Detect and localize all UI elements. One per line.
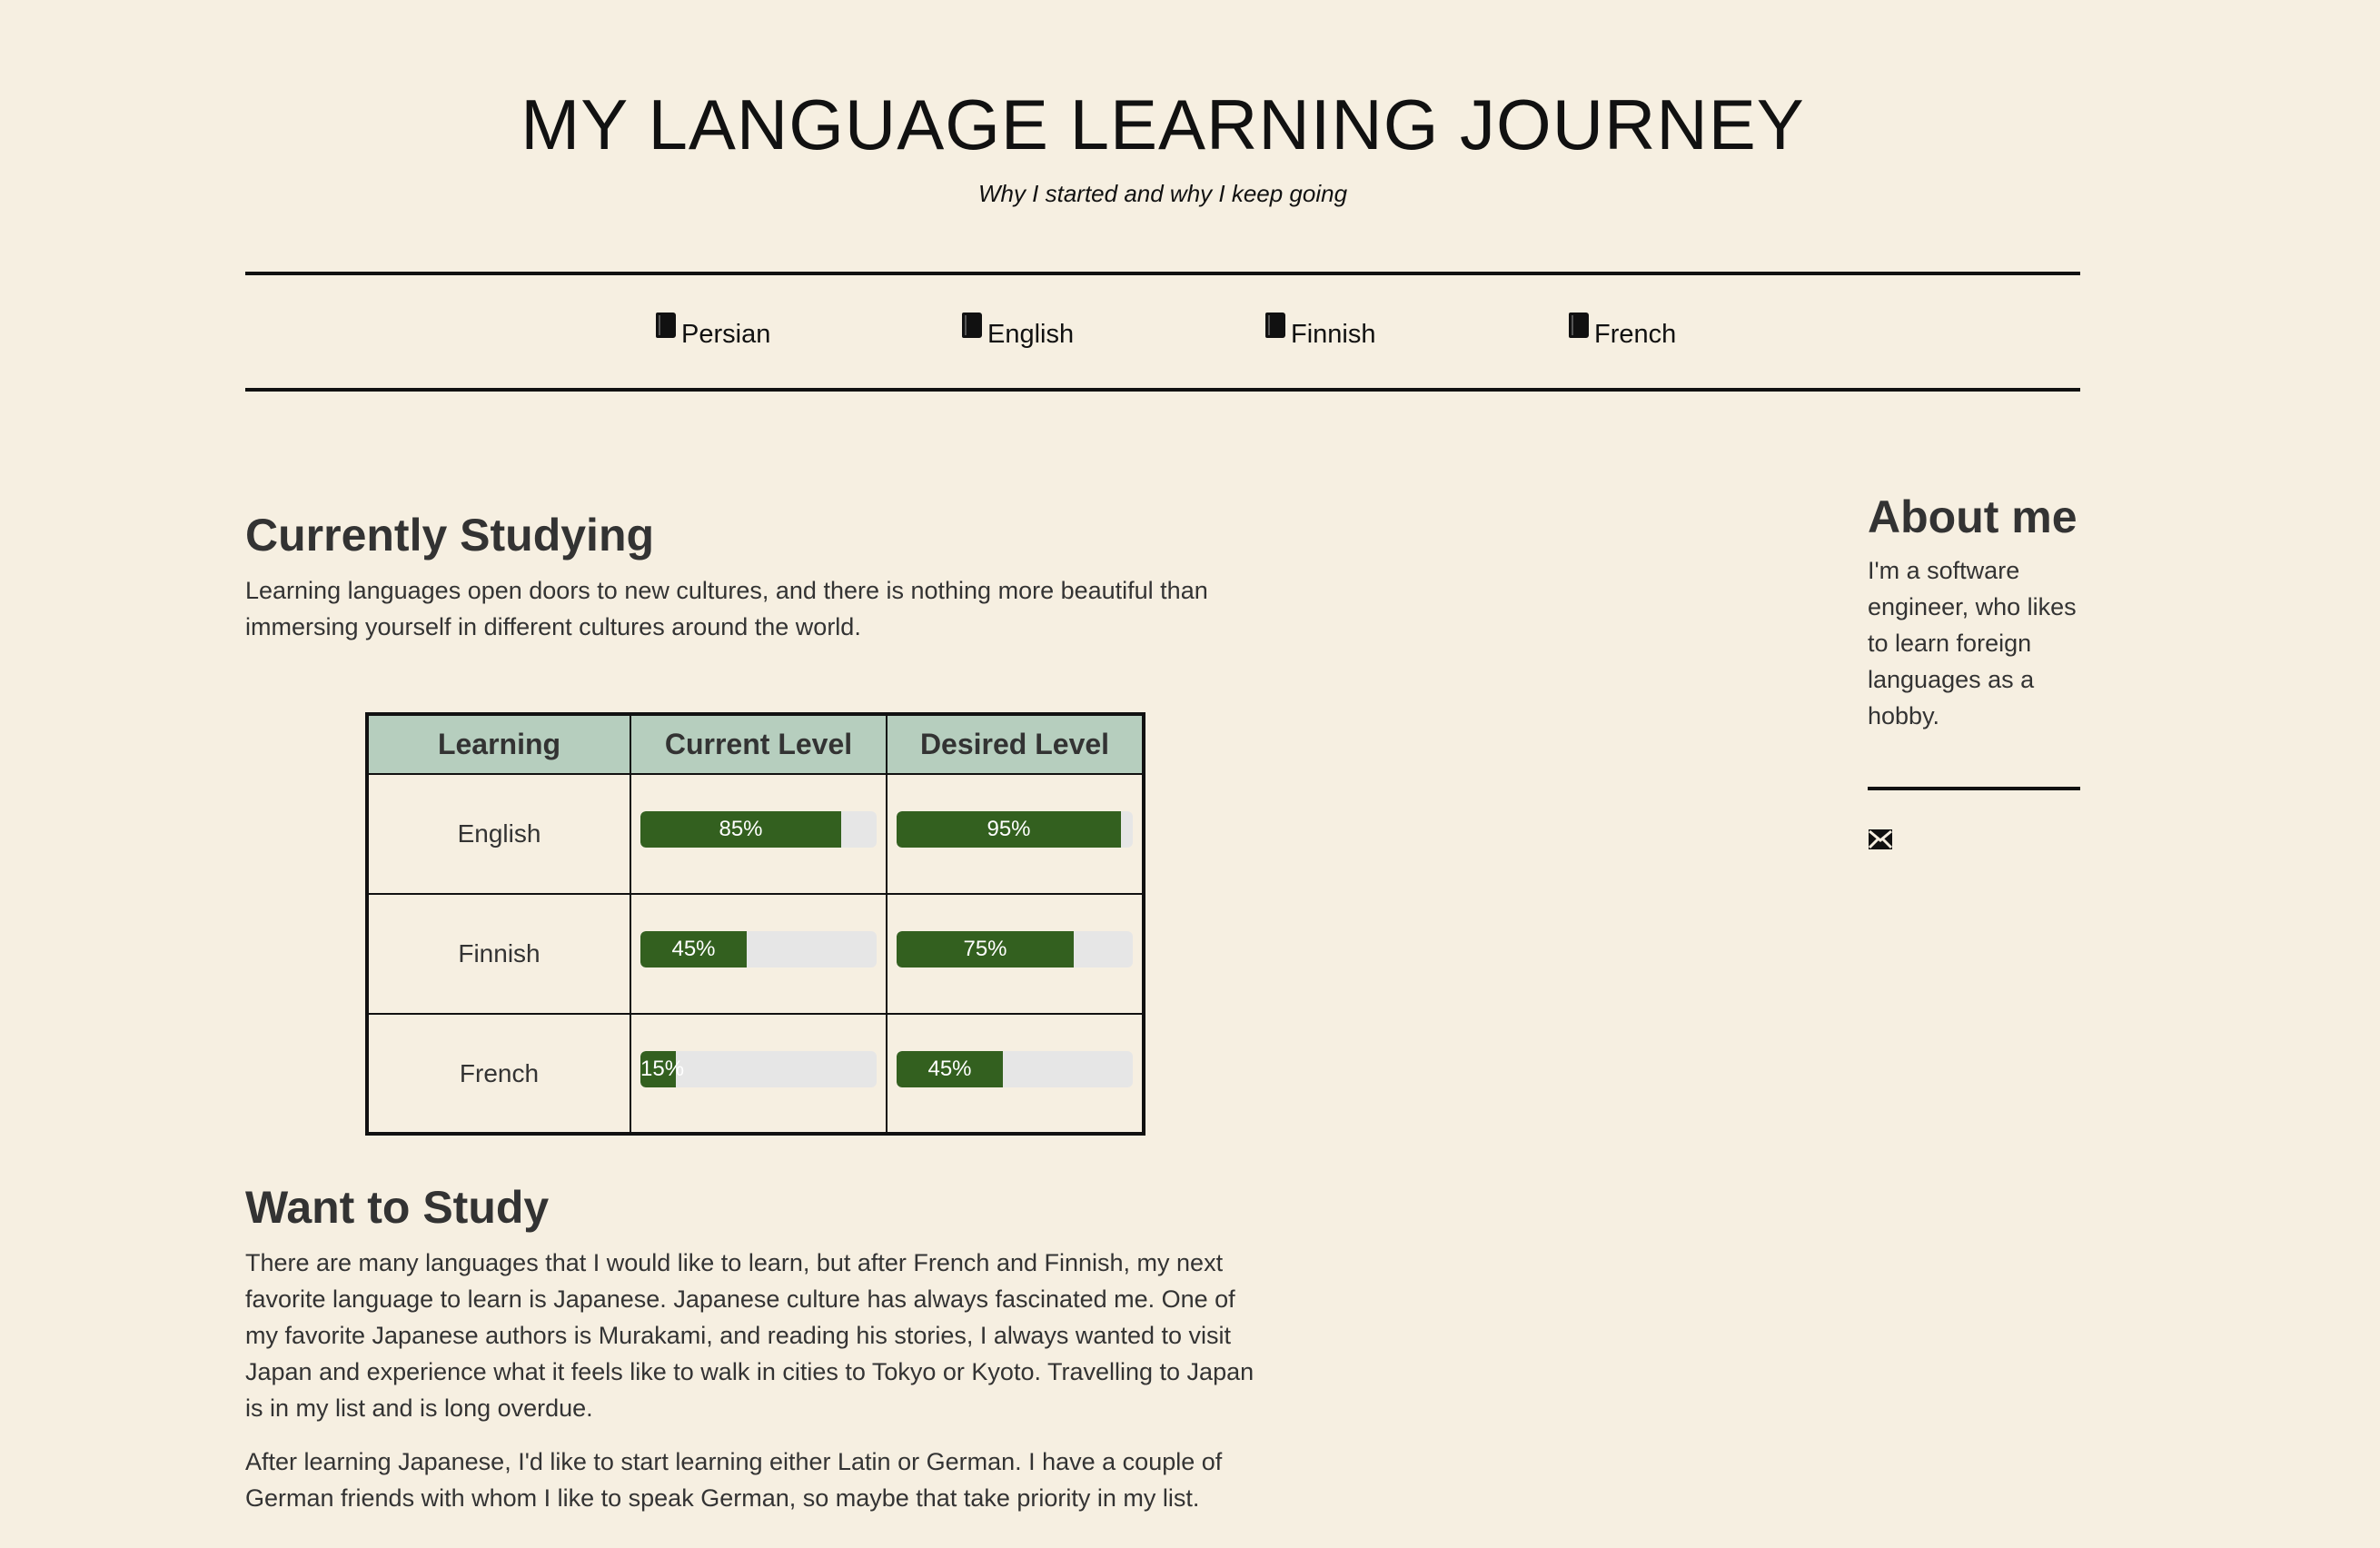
about-sidebar: About me I'm a software engineer, who li… <box>1868 491 2082 855</box>
table-header-row: Learning Current Level Desired Level <box>366 713 1145 775</box>
section-title-want-to-study: Want to Study <box>245 1182 550 1233</box>
current-level-cell: 45% <box>630 893 888 1015</box>
want-to-study-paragraph: After learning Japanese, I'd like to sta… <box>245 1448 1223 1512</box>
book-icon <box>656 313 676 338</box>
nav-item-finnish[interactable]: Finnish <box>1265 313 1376 350</box>
progress-bar-fill: 85% <box>640 811 841 848</box>
language-levels-table: Learning Current Level Desired Level Eng… <box>365 712 1145 1136</box>
progress-bar: 45% <box>640 931 877 968</box>
nav-item-english[interactable]: English <box>962 313 1075 350</box>
language-nav: Persian English Finnish French <box>0 313 2325 358</box>
nav-item-label: Persian <box>681 320 771 349</box>
currently-studying-section: Currently Studying Learning languages op… <box>245 509 1272 645</box>
progress-bar-fill: 95% <box>897 811 1121 848</box>
nav-item-label: French <box>1594 320 1677 349</box>
about-divider <box>1868 787 2080 790</box>
progress-bar-fill: 45% <box>897 1051 1003 1087</box>
progress-bar: 15% <box>640 1051 877 1087</box>
column-header-desired-level: Desired Level <box>886 713 1145 775</box>
book-icon <box>1569 313 1589 338</box>
language-cell: Finnish <box>366 893 631 1015</box>
book-icon <box>962 313 982 338</box>
progress-bar: 95% <box>897 811 1133 848</box>
mail-icon[interactable] <box>1868 829 1893 850</box>
page: MY LANGUAGE LEARNING JOURNEY Why I start… <box>0 0 2380 1548</box>
desired-level-cell: 95% <box>886 773 1145 895</box>
nav-item-persian[interactable]: Persian <box>656 313 771 350</box>
nav-top-divider <box>245 272 2080 275</box>
site-subtitle: Why I started and why I keep going <box>977 180 1348 207</box>
progress-bar-fill: 75% <box>897 931 1074 968</box>
desired-level-cell: 45% <box>886 1013 1145 1135</box>
progress-bar: 85% <box>640 811 877 848</box>
want-to-study-paragraph: There are many languages that I would li… <box>245 1249 1254 1422</box>
about-text: I'm a software engineer, who likes to le… <box>1868 557 2077 729</box>
column-header-learning: Learning <box>366 713 631 775</box>
nav-item-french[interactable]: French <box>1569 313 1677 350</box>
current-level-cell: 15% <box>630 1013 888 1135</box>
progress-bar-fill: 15% <box>640 1051 684 1087</box>
nav-item-label: English <box>987 320 1075 349</box>
book-icon <box>1265 313 1285 338</box>
want-to-study-section: Want to Study There are many languages t… <box>245 1181 1272 1516</box>
nav-item-label: Finnish <box>1291 320 1376 349</box>
language-cell: French <box>366 1013 631 1135</box>
language-cell: English <box>366 773 631 895</box>
table-row: English 85% 95% <box>366 773 1145 895</box>
column-header-current-level: Current Level <box>630 713 888 775</box>
about-title: About me <box>1868 491 2078 542</box>
site-title: MY LANGUAGE LEARNING JOURNEY <box>521 84 1805 164</box>
current-level-cell: 85% <box>630 773 888 895</box>
section-title-currently-studying: Currently Studying <box>245 510 655 561</box>
table-row: Finnish 45% 75% <box>366 893 1145 1015</box>
progress-bar: 75% <box>897 931 1133 968</box>
currently-studying-intro: Learning languages open doors to new cul… <box>245 577 1208 640</box>
nav-bottom-divider <box>245 388 2080 392</box>
desired-level-cell: 75% <box>886 893 1145 1015</box>
progress-bar: 45% <box>897 1051 1133 1087</box>
progress-bar-fill: 45% <box>640 931 747 968</box>
table-row: French 15% 45% <box>366 1013 1145 1135</box>
